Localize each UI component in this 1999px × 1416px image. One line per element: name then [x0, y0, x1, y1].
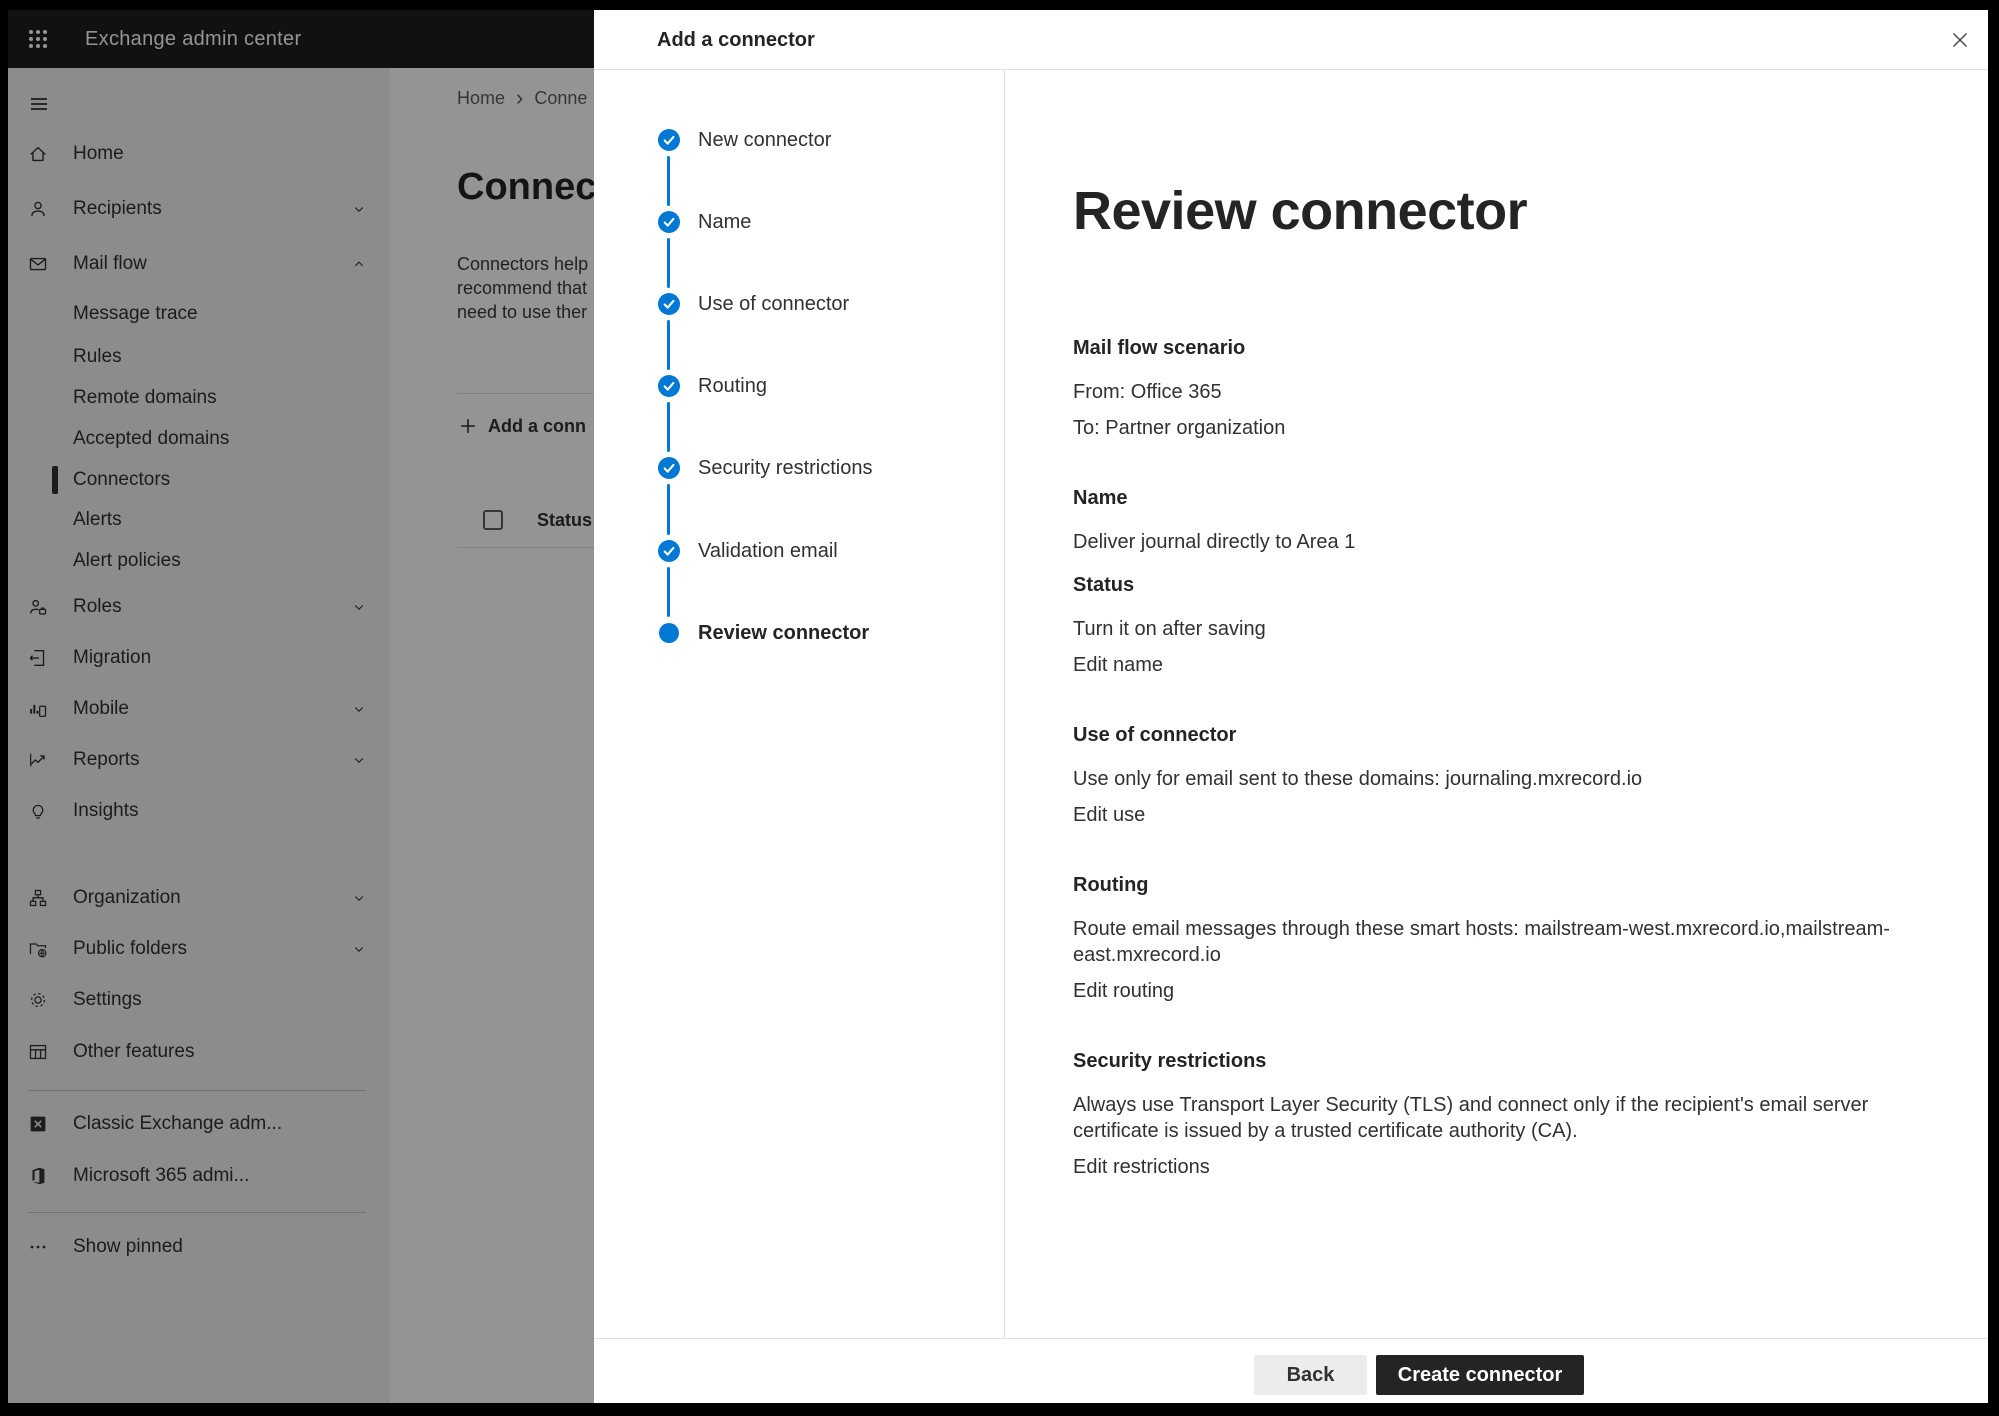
screen: Exchange admin center HomeRecipientsMail…: [0, 0, 1999, 1416]
step-completed-check-icon: [658, 129, 680, 151]
edit-restrictions-link[interactable]: Edit restrictions: [1073, 1154, 1210, 1180]
panel-header: Add a connector: [594, 10, 1988, 70]
stepper-connector-line: [667, 156, 670, 206]
step-current-dot-icon: [659, 623, 679, 643]
review-section-header-use-of-connector: Use of connector: [1073, 722, 1928, 749]
review-text: Route email messages through these smart…: [1073, 916, 1928, 968]
stepper-connector-line: [667, 484, 670, 535]
step-validation-email[interactable]: Validation email: [698, 537, 838, 565]
step-completed-check-icon: [658, 293, 680, 315]
panel-footer: Back Create connector: [594, 1338, 1988, 1403]
step-use-of-connector[interactable]: Use of connector: [698, 290, 849, 318]
edit-use-link[interactable]: Edit use: [1073, 802, 1145, 828]
review-text: Deliver journal directly to Area 1: [1073, 529, 1928, 555]
stepper-connector-line: [667, 567, 670, 617]
create-connector-button[interactable]: Create connector: [1376, 1355, 1584, 1395]
add-connector-panel: Add a connector New connector Name Use of …: [594, 10, 1988, 1403]
review-text: Always use Transport Layer Security (TLS…: [1073, 1092, 1928, 1144]
back-button[interactable]: Back: [1254, 1355, 1367, 1395]
step-new-connector[interactable]: New connector: [698, 126, 831, 154]
review-section-header-name: Name: [1073, 485, 1928, 512]
stepper-connector-line: [667, 238, 670, 288]
review-summary: Mail flow scenario From: Office 365 To: Pa…: [1073, 335, 1928, 1180]
review-text: To: Partner organization: [1073, 415, 1928, 441]
step-completed-check-icon: [658, 211, 680, 233]
close-icon[interactable]: [1948, 28, 1972, 52]
review-text: Use only for email sent to these domains…: [1073, 766, 1928, 792]
review-text: Turn it on after saving: [1073, 616, 1928, 642]
step-completed-check-icon: [658, 540, 680, 562]
stepper-connector-line: [667, 320, 670, 370]
wizard-stepper: New connector Name Use of connector Routing…: [594, 70, 1005, 1338]
review-section-header-status: Status: [1073, 572, 1928, 599]
step-review-connector[interactable]: Review connector: [698, 619, 869, 647]
step-security-restrictions[interactable]: Security restrictions: [698, 454, 873, 482]
edit-routing-link[interactable]: Edit routing: [1073, 978, 1174, 1004]
review-connector-heading: Review connector: [1073, 180, 1527, 242]
review-section-header-mail-flow-scenario: Mail flow scenario: [1073, 335, 1928, 362]
review-section-header-security-restrictions: Security restrictions: [1073, 1048, 1928, 1075]
step-completed-check-icon: [658, 457, 680, 479]
stepper-connector-line: [667, 402, 670, 452]
step-name[interactable]: Name: [698, 208, 751, 236]
step-completed-check-icon: [658, 375, 680, 397]
panel-title: Add a connector: [657, 10, 815, 70]
review-text: From: Office 365: [1073, 379, 1928, 405]
edit-name-link[interactable]: Edit name: [1073, 652, 1163, 678]
review-section-header-routing: Routing: [1073, 872, 1928, 899]
step-routing[interactable]: Routing: [698, 372, 767, 400]
